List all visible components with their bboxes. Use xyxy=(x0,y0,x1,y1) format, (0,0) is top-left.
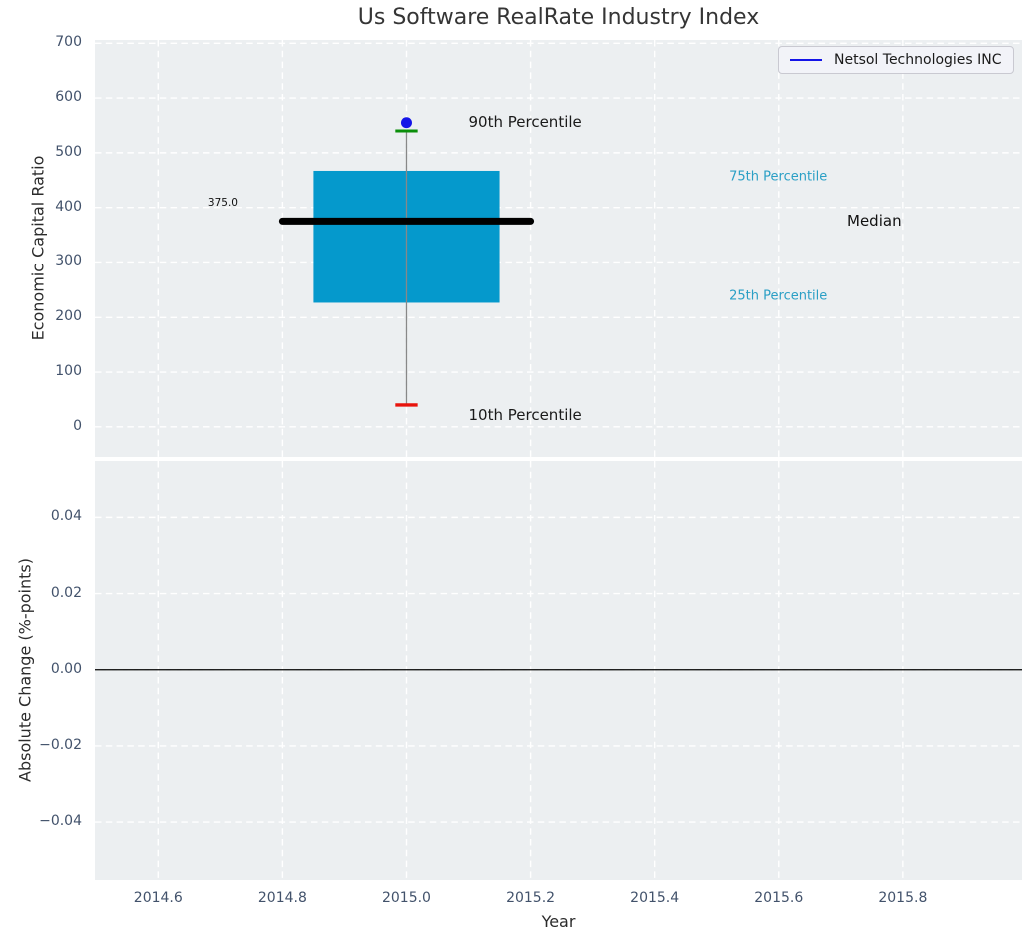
top-y-tick-label: 300 xyxy=(55,253,82,270)
figure: Us Software RealRate Industry Index Econ… xyxy=(0,0,1034,942)
median-value-label: 375.0 xyxy=(207,196,238,209)
bottom-y-tick-label: −0.04 xyxy=(39,813,82,830)
top-y-tick-label: 400 xyxy=(55,198,82,215)
chart-title: Us Software RealRate Industry Index xyxy=(357,5,760,30)
x-tick-label: 2015.4 xyxy=(630,890,680,906)
top-y-tick-label: 0 xyxy=(73,417,82,434)
p25-annotation: 25th Percentile xyxy=(729,288,828,304)
bottom-plot-svg xyxy=(95,461,1022,880)
p75-annotation: 75th Percentile xyxy=(729,169,828,185)
top-y-tick-label: 500 xyxy=(55,143,82,160)
x-tick-label: 2015.8 xyxy=(878,890,928,906)
median-annotation: Median xyxy=(847,211,902,230)
p90-annotation: 90th Percentile xyxy=(468,113,582,132)
p10-annotation: 10th Percentile xyxy=(468,405,582,424)
x-axis-label: Year xyxy=(541,912,576,931)
bottom-y-tick-label: 0.02 xyxy=(50,584,82,601)
top-y-tick-label: 100 xyxy=(55,363,82,380)
top-plot-svg xyxy=(95,40,1022,457)
x-tick-label: 2014.8 xyxy=(257,890,307,906)
top-y-tick-label: 600 xyxy=(55,89,82,106)
x-tick-label: 2015.0 xyxy=(381,890,431,906)
x-tick-label: 2015.6 xyxy=(754,890,804,906)
bottom-y-tick-label: 0.00 xyxy=(50,660,82,677)
top-plot-area xyxy=(95,40,1022,457)
top-y-tick-label: 200 xyxy=(55,308,82,325)
x-tick-label: 2015.2 xyxy=(506,890,556,906)
company-marker-dot xyxy=(400,117,412,129)
legend: Netsol Technologies INC xyxy=(778,46,1014,74)
bottom-y-tick-label: 0.04 xyxy=(50,508,82,525)
top-y-tick-label: 700 xyxy=(55,34,82,51)
bottom-y-tick-label: −0.02 xyxy=(39,736,82,753)
bottom-plot-area xyxy=(95,461,1022,880)
legend-label: Netsol Technologies INC xyxy=(834,52,1002,68)
legend-line-sample-icon xyxy=(790,58,822,62)
x-tick-label: 2014.6 xyxy=(133,890,183,906)
